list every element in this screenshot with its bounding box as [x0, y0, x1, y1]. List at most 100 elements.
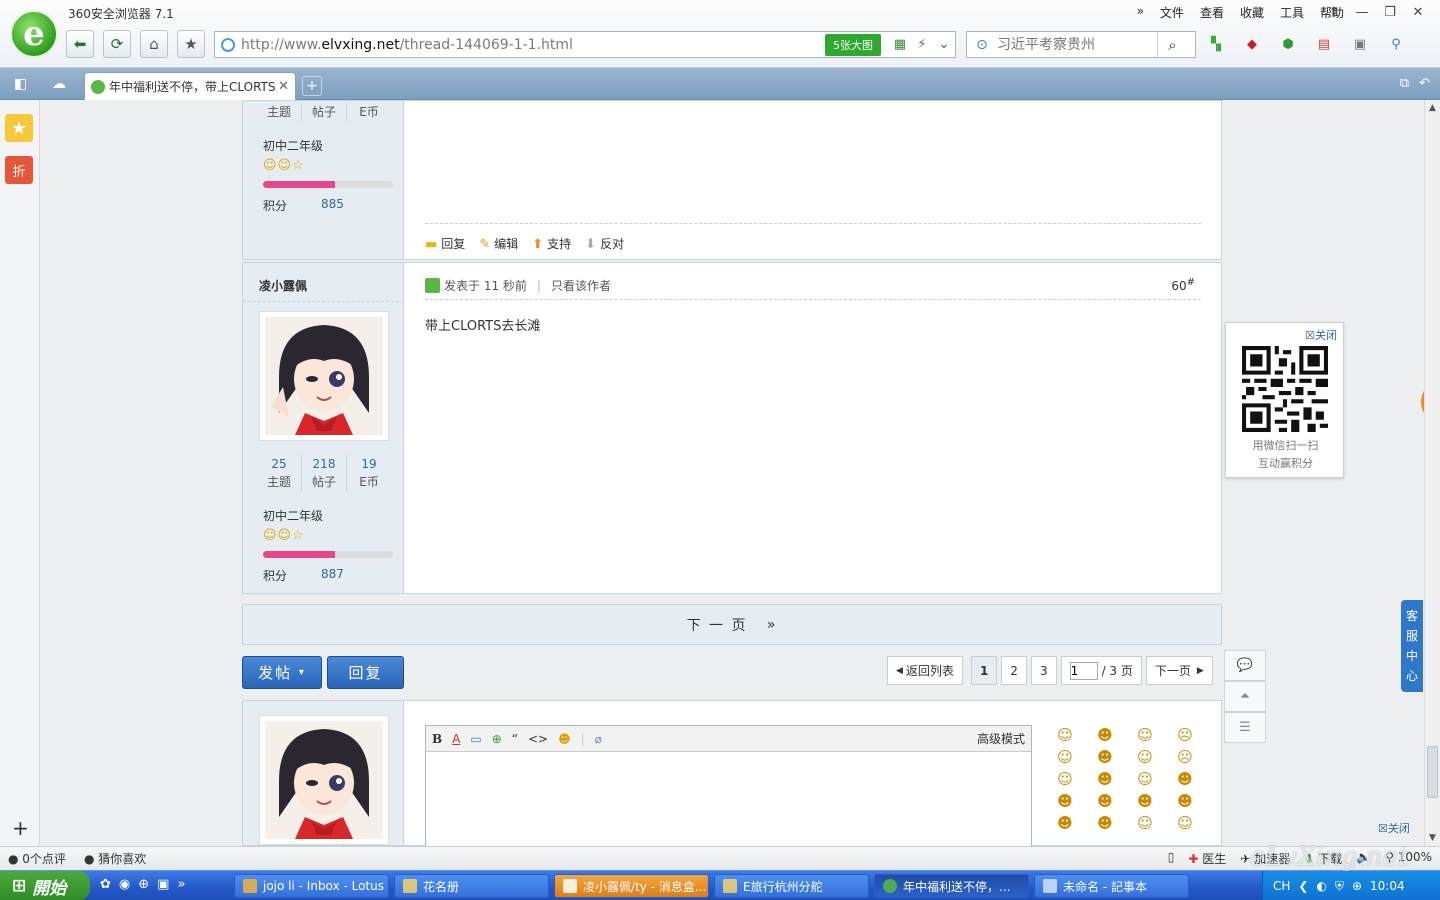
task-notepad[interactable]: 未命名 - 記事本	[1034, 874, 1189, 898]
quote-icon[interactable]: “	[512, 732, 518, 746]
points-value[interactable]: 887	[321, 567, 344, 581]
new-tab-button[interactable]: +	[302, 76, 322, 96]
favorites-star-icon[interactable]: ★	[5, 114, 33, 142]
smiley-icon[interactable]: ☻	[1175, 791, 1195, 811]
back-to-top-icon[interactable]: ⏶	[1224, 681, 1266, 712]
quick-reply-icon[interactable]: 💬	[1224, 650, 1266, 681]
add-sidebar-icon[interactable]: +	[12, 816, 29, 840]
media-icon[interactable]: ▣	[157, 877, 169, 892]
smiley-icon[interactable]: ☺	[1055, 725, 1075, 745]
menu-tools[interactable]: 工具	[1280, 4, 1304, 21]
menu-more-icon[interactable]: »	[1137, 4, 1144, 21]
next-page-bar[interactable]: 下 一 页 »	[242, 604, 1222, 645]
smiley-icon[interactable]: ☻	[1055, 791, 1075, 811]
image-icon[interactable]: ▭	[470, 732, 481, 746]
oppose-action[interactable]: ⬇ 反对	[585, 235, 624, 252]
restore-icon[interactable]: ❐	[1376, 2, 1404, 22]
menu-favorites[interactable]: 收藏	[1240, 4, 1264, 21]
more-icon[interactable]: »	[177, 877, 185, 892]
smiley-icon[interactable]: ☺	[1135, 769, 1155, 789]
address-url[interactable]: http://www.elvxing.net/thread-144069-1-1…	[241, 37, 825, 53]
new-post-button[interactable]: 发帖 ▾	[242, 656, 322, 689]
mobile-icon[interactable]: ▯	[1168, 850, 1175, 867]
home-button[interactable]: ⌂	[140, 30, 168, 58]
recommend-status[interactable]: ● 猜你喜欢	[84, 850, 146, 867]
task-roster[interactable]: 花名册	[394, 874, 549, 898]
points-value[interactable]: 885	[321, 197, 344, 211]
ie-icon[interactable]: ◉	[119, 877, 130, 892]
reply-action[interactable]: ▬ 回复	[425, 235, 465, 252]
floor-number[interactable]: 60#	[1171, 277, 1195, 293]
smiley-icon[interactable]: ☺	[1175, 813, 1195, 833]
discount-icon[interactable]: 折	[5, 156, 33, 184]
support-action[interactable]: ⬆ 支持	[532, 235, 571, 252]
menu-view[interactable]: 查看	[1200, 4, 1224, 21]
customer-service-tab[interactable]: 客服中心	[1401, 600, 1423, 692]
smiley-icon[interactable]: ☻	[1095, 769, 1115, 789]
back-to-list-button[interactable]: ◀ 返回列表	[887, 656, 963, 685]
chevron-down-icon[interactable]: ⌄	[933, 37, 955, 52]
screenshot-icon[interactable]: ▣	[1348, 34, 1372, 54]
stat-topics[interactable]: 25 主题	[257, 455, 302, 491]
smiley-icon[interactable]: ☹	[1175, 747, 1195, 767]
color-app-icon[interactable]: ✿	[100, 877, 111, 892]
scroll-up-icon[interactable]: ▲	[1425, 100, 1440, 116]
smiley-icon[interactable]: ☻	[1095, 791, 1115, 811]
task-messages[interactable]: 凌小露佩/ty - 消息盒...	[554, 874, 709, 898]
list-icon[interactable]: ☰	[1224, 712, 1266, 743]
page-scrollbar[interactable]: ▲ ▼	[1424, 100, 1440, 846]
qrcode-icon[interactable]: ▦	[889, 37, 911, 52]
author-only-link[interactable]: 只看该作者	[551, 277, 611, 294]
smiley-icon[interactable]: ☻	[1095, 747, 1115, 767]
cloud-icon[interactable]: ☁	[52, 76, 66, 92]
apps-icon[interactable]: ▚	[1204, 34, 1228, 54]
task-etravel[interactable]: E旅行杭州分舵	[714, 874, 869, 898]
bottom-close-button[interactable]: ☒关闭	[1378, 820, 1410, 836]
favorite-button[interactable]: ★	[177, 30, 205, 58]
smiley-icon[interactable]: ☺	[1055, 747, 1075, 767]
tray-shield-icon[interactable]: ⛨	[1335, 879, 1344, 894]
page-3[interactable]: 3	[1030, 656, 1057, 685]
bold-icon[interactable]: B	[432, 732, 442, 746]
undo-close-icon[interactable]: ↶	[1419, 76, 1430, 91]
tab-list-icon[interactable]: ⧉	[1400, 76, 1409, 91]
task-browser[interactable]: 年中福利送不停，...	[874, 874, 1029, 898]
back-button[interactable]: ⬅	[66, 30, 94, 58]
clock[interactable]: 10:04	[1370, 879, 1405, 893]
font-color-icon[interactable]: A	[452, 732, 460, 746]
tray-arrow-icon[interactable]: ❮	[1298, 879, 1308, 893]
close-icon[interactable]: ✕	[1404, 2, 1432, 22]
stat-coins[interactable]: 19 E币	[347, 455, 391, 491]
smiley-icon[interactable]: ☻	[1135, 791, 1155, 811]
weibo-icon[interactable]: ◆	[1240, 34, 1264, 54]
task-lotus[interactable]: jojo li - Inbox - Lotus ...	[234, 874, 389, 898]
search-engine-icon[interactable]: ⊙	[967, 37, 997, 53]
sidebar-toggle-icon[interactable]: ◧	[14, 76, 27, 92]
smiley-icon[interactable]: ☻	[1055, 813, 1075, 833]
search-icon[interactable]: ⌕	[1157, 32, 1187, 57]
doctor-status[interactable]: ✚ 医生	[1188, 850, 1226, 867]
advanced-mode-link[interactable]: 高级模式	[977, 730, 1025, 747]
page-1[interactable]: 1	[970, 656, 998, 685]
reply-button[interactable]: 回复	[327, 656, 404, 689]
tab-close-icon[interactable]: ✕	[278, 79, 289, 94]
edit-action[interactable]: ✎ 编辑	[479, 235, 518, 252]
scroll-thumb[interactable]	[1427, 746, 1438, 798]
skin-icon[interactable]: ⇑	[1320, 2, 1348, 22]
pdf-icon[interactable]: ▤	[1312, 34, 1336, 54]
smiley-icon[interactable]: ☻	[1095, 813, 1115, 833]
comments-status[interactable]: ● 0个点评	[8, 850, 66, 867]
start-button[interactable]: ⊞ 開始	[0, 871, 90, 900]
smiley-icon[interactable]: ☺	[1135, 725, 1155, 745]
big-image-button[interactable]: 5张大图	[825, 33, 881, 56]
attachment-icon[interactable]: ⌀	[595, 732, 602, 746]
scroll-down-icon[interactable]: ▼	[1425, 830, 1440, 846]
input-language[interactable]: CH	[1273, 879, 1290, 893]
tab-current[interactable]: 年中福利送不停，带上CLORTS ✕	[84, 72, 296, 100]
address-bar[interactable]: http://www.elvxing.net/thread-144069-1-1…	[214, 31, 956, 58]
link-icon[interactable]: ⊕	[492, 732, 502, 746]
author-username[interactable]: 凌小露佩	[259, 277, 307, 294]
minimize-icon[interactable]: —	[1348, 2, 1376, 22]
reply-editor[interactable]: B A ▭ ⊕ “ <> ☻ | ⌀ 高级模式	[425, 725, 1032, 855]
tray-plus-icon[interactable]: ⊕	[1352, 879, 1362, 893]
